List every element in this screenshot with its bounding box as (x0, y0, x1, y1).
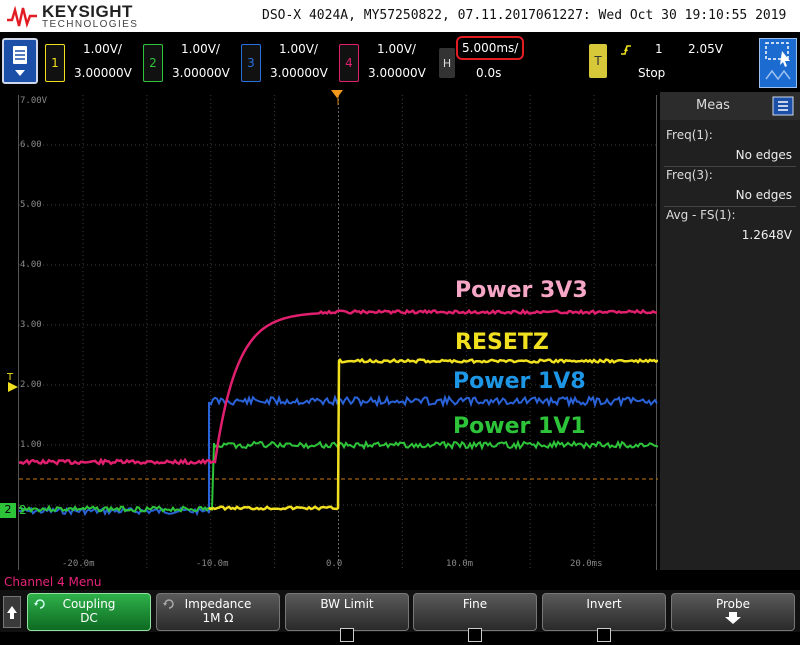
y-axis-label: 3.00 (20, 320, 42, 330)
channel-1-chip[interactable]: 1 (45, 44, 65, 82)
measurement-label[interactable]: Freq(1): (666, 128, 713, 142)
trigger-source[interactable]: 1 (655, 42, 663, 56)
softkey-impedance[interactable]: Impedance 1M Ω (156, 593, 280, 631)
channel-4-scale[interactable]: 1.00V/ (377, 42, 416, 56)
trigger-chip[interactable]: T (589, 44, 607, 78)
channel-4-offset[interactable]: 3.00000V (368, 66, 426, 80)
y-axis-label: 2.00 (20, 380, 42, 390)
divider (664, 206, 796, 207)
softkey-value: DC (80, 611, 98, 625)
channel-2-scale[interactable]: 1.00V/ (181, 42, 220, 56)
channel-2-chip[interactable]: 2 (143, 44, 163, 82)
y-axis-label: 5.00 (20, 200, 42, 210)
panel-menu-icon[interactable] (772, 96, 794, 116)
channel-3-chip[interactable]: 3 (241, 44, 261, 82)
softkey-label: Probe (715, 597, 751, 611)
back-button[interactable] (3, 596, 21, 628)
channel-2-ground-label: 2 (19, 503, 27, 517)
softkey-menu-title: Channel 4 Menu (4, 575, 102, 589)
trigger-position-icon[interactable] (331, 90, 343, 98)
brand-subtitle: TECHNOLOGIES (42, 19, 139, 30)
trace-resetz (208, 357, 658, 512)
ground-marker[interactable]: 2 (0, 503, 16, 518)
ground-marker-label: 2 (4, 503, 12, 516)
channel-4-chip[interactable]: 4 (339, 44, 359, 82)
channel-1-scale[interactable]: 1.00V/ (83, 42, 122, 56)
softkey-bw-limit[interactable]: BW Limit (285, 593, 409, 642)
rising-edge-icon (621, 45, 631, 55)
measurement-value: No edges (735, 188, 792, 202)
y-axis-label: 7.00V (20, 96, 48, 106)
channel-bar (0, 32, 800, 92)
softkey-fine[interactable]: Fine (413, 593, 537, 642)
softkey-label: Fine (462, 597, 488, 611)
x-axis-label: -20.0m (62, 559, 95, 569)
resetz-label: RESETZ (455, 330, 549, 355)
channel-3-scale[interactable]: 1.00V/ (279, 42, 318, 56)
panel-title: Meas (696, 98, 730, 113)
checkbox-icon (468, 628, 482, 642)
run-status: Stop (638, 66, 666, 80)
title-bar: KEYSIGHT TECHNOLOGIES DSO-X 4024A, MY572… (0, 0, 800, 32)
cursor-select-icon (765, 42, 791, 81)
y-axis-label: 6.00 (20, 140, 42, 150)
measurement-panel: Meas Freq(1): No edges Freq(3): No edges Avg… (660, 92, 800, 570)
measurement-label[interactable]: Freq(3): (666, 168, 713, 182)
trigger-level[interactable]: 2.05V (688, 42, 723, 56)
softkey-probe[interactable]: Probe (671, 593, 795, 631)
channel-3-offset[interactable]: 3.00000V (270, 66, 328, 80)
main-menu-button[interactable] (2, 38, 38, 84)
channel-2-offset[interactable]: 3.00000V (172, 66, 230, 80)
power-1v8-label: Power 1V8 (453, 369, 586, 394)
waveform-canvas (19, 95, 658, 570)
down-arrow-icon (725, 612, 741, 624)
x-axis-label: 0.0 (326, 559, 343, 569)
delay-value[interactable]: 0.0s (476, 66, 501, 80)
divider (664, 166, 796, 167)
softkey-coupling[interactable]: Coupling DC (27, 593, 151, 631)
x-axis-label: 10.0m (446, 559, 474, 569)
x-axis-label: -10.0m (196, 559, 229, 569)
channel-1-offset[interactable]: 3.00000V (74, 66, 132, 80)
timebase-value[interactable]: 5.000ms/ (462, 41, 518, 55)
cycle-icon (34, 599, 45, 609)
cycle-icon (163, 599, 174, 609)
measure-mode-button[interactable] (759, 38, 797, 88)
x-axis-label: 20.0ms (570, 559, 603, 569)
horizontal-chip[interactable]: H (439, 48, 455, 78)
softkey-label: Invert (586, 597, 622, 611)
checkbox-icon (340, 628, 354, 642)
waveform-display[interactable] (18, 95, 658, 570)
measurement-value: 1.2648V (741, 228, 792, 242)
up-arrow-icon (7, 606, 17, 619)
power-3v3-label: Power 3V3 (455, 278, 588, 303)
menu-list-icon (13, 46, 27, 76)
instrument-info: DSO-X 4024A, MY57250822, 07.11.201706122… (262, 8, 787, 23)
softkey-label: BW Limit (320, 597, 374, 611)
power-1v1-label: Power 1V1 (453, 414, 586, 439)
y-axis-label: 4.00 (20, 260, 42, 270)
keysight-logo-icon (7, 6, 37, 28)
measurement-panel-header: Meas (660, 92, 800, 120)
measurement-label[interactable]: Avg - FS(1): (666, 208, 736, 222)
measurement-value: No edges (735, 148, 792, 162)
softkey-invert[interactable]: Invert (542, 593, 666, 642)
trigger-arrow-icon (8, 382, 18, 392)
softkey-value: 1M Ω (202, 611, 234, 625)
checkbox-icon (597, 628, 611, 642)
y-axis-label: 1.00 (20, 440, 42, 450)
